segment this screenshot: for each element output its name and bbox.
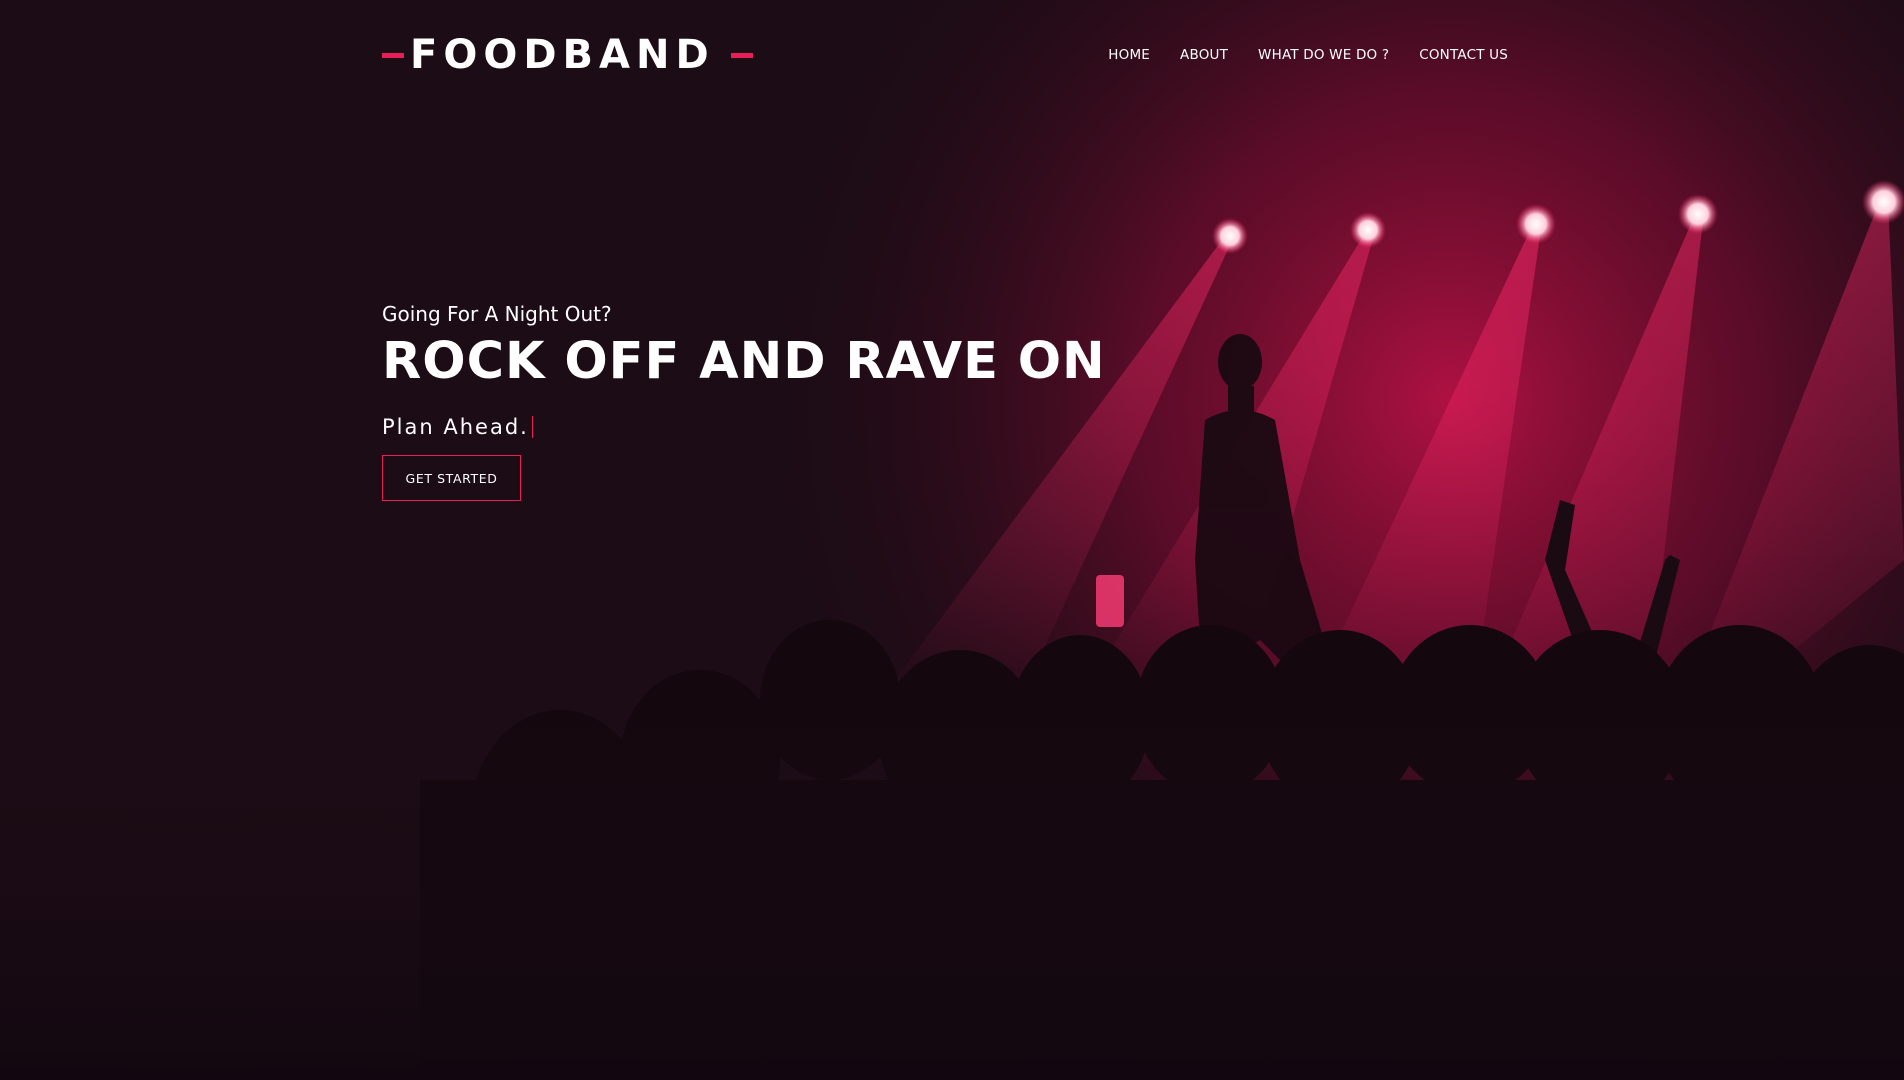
logo-text: FOODBAND xyxy=(410,32,715,78)
hero-title: ROCK OFF AND RAVE ON xyxy=(382,332,1106,391)
nav-item-what-do-we-do[interactable]: WHAT DO WE DO ? xyxy=(1258,47,1389,63)
text-cursor-icon xyxy=(531,416,533,438)
logo-dash-right-icon xyxy=(730,52,753,58)
hero-content: Going For A Night Out? ROCK OFF AND RAVE… xyxy=(382,298,1202,501)
site-header: FOODBAND HOME ABOUT WHAT DO WE DO ? CONT… xyxy=(382,28,1508,82)
hero-pretitle: Going For A Night Out? xyxy=(382,302,612,326)
get-started-button[interactable]: GET STARTED xyxy=(382,455,521,501)
typed-text: Plan Ahead. xyxy=(382,415,529,439)
logo-dash-left-icon xyxy=(382,52,404,58)
site-logo[interactable]: FOODBAND xyxy=(382,28,753,82)
hero-background xyxy=(0,0,1904,1080)
main-nav: HOME ABOUT WHAT DO WE DO ? CONTACT US xyxy=(1108,28,1508,82)
nav-item-contact-us[interactable]: CONTACT US xyxy=(1419,47,1508,63)
nav-item-home[interactable]: HOME xyxy=(1108,47,1150,63)
nav-item-about[interactable]: ABOUT xyxy=(1180,47,1228,63)
typed-line: Plan Ahead. xyxy=(382,412,1202,442)
